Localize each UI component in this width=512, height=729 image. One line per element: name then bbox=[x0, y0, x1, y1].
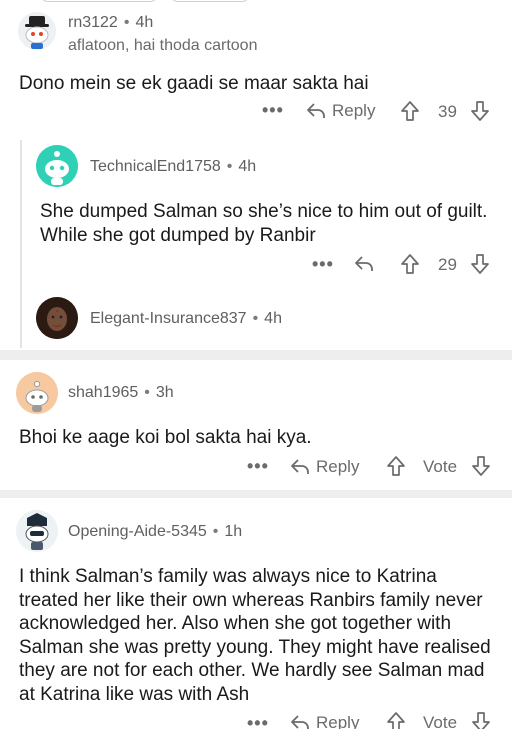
downvote-arrow-icon[interactable] bbox=[470, 253, 490, 275]
vote-count: 39 bbox=[438, 102, 457, 121]
username[interactable]: TechnicalEnd1758 bbox=[90, 158, 221, 175]
thread-separator bbox=[0, 490, 512, 498]
comment-age: 4h bbox=[135, 14, 154, 31]
more-options-icon[interactable]: ••• bbox=[247, 713, 269, 729]
more-options-icon[interactable]: ••• bbox=[312, 254, 334, 275]
comment-body: Bhoi ke aage koi bol sakta hai kya. bbox=[19, 427, 312, 448]
previous-item-edge bbox=[0, 0, 512, 6]
username[interactable]: Elegant-Insurance837 bbox=[90, 310, 247, 327]
vote-label: Vote bbox=[423, 713, 458, 729]
user-flair: aflatoon, hai thoda cartoon bbox=[68, 37, 258, 54]
comment-meta: Elegant-Insurance837 • 4h bbox=[90, 310, 282, 327]
avatar-elegant-insurance837[interactable] bbox=[36, 297, 78, 339]
comment-age: 4h bbox=[238, 158, 257, 175]
more-options-icon[interactable]: ••• bbox=[247, 456, 269, 477]
previous-action-pill bbox=[40, 0, 158, 2]
thread-separator bbox=[0, 350, 512, 360]
vote-count: 29 bbox=[438, 255, 457, 274]
reply-arrow-icon bbox=[291, 715, 309, 729]
snoo-avatar-icon bbox=[18, 12, 56, 50]
comment-meta: Opening-Aide-5345 • 1h bbox=[68, 523, 243, 540]
upvote-arrow-icon[interactable] bbox=[386, 455, 406, 477]
reply-label: Reply bbox=[332, 101, 376, 120]
more-options-icon[interactable]: ••• bbox=[262, 100, 284, 121]
snoo-avatar-icon bbox=[16, 510, 58, 552]
upvote-arrow-icon[interactable] bbox=[386, 711, 406, 729]
reply-button[interactable]: Reply bbox=[290, 457, 359, 477]
reply-button[interactable]: Reply bbox=[290, 713, 359, 729]
vote-label: Vote bbox=[423, 457, 458, 476]
avatar-shah1965[interactable] bbox=[16, 372, 58, 414]
comment-body: Dono mein se ek gaadi se maar sakta hai bbox=[19, 73, 369, 94]
user-photo-icon bbox=[36, 297, 78, 339]
downvote-arrow-icon[interactable] bbox=[470, 100, 490, 122]
reply-label: Reply bbox=[316, 457, 360, 476]
avatar-rn3122[interactable] bbox=[18, 12, 56, 50]
previous-action-pill bbox=[170, 0, 250, 2]
upvote-arrow-icon[interactable] bbox=[400, 100, 420, 122]
avatar-opening-aide-5345[interactable] bbox=[16, 510, 58, 552]
downvote-arrow-icon[interactable] bbox=[471, 455, 491, 477]
reply-arrow-icon[interactable] bbox=[354, 255, 374, 273]
snoo-avatar-icon bbox=[36, 145, 78, 187]
comment-body: She dumped Salman so she’s nice to him o… bbox=[40, 201, 488, 246]
comment-age: 1h bbox=[224, 523, 243, 540]
reply-arrow-icon bbox=[291, 459, 309, 474]
comment-age: 4h bbox=[264, 310, 282, 327]
comment-meta: rn3122 • 4h bbox=[68, 14, 154, 31]
username[interactable]: shah1965 bbox=[68, 384, 138, 401]
reply-button[interactable]: Reply bbox=[306, 101, 375, 121]
comment-body: I think Salman’s family was always nice … bbox=[19, 566, 491, 705]
downvote-arrow-icon[interactable] bbox=[471, 711, 491, 729]
username[interactable]: rn3122 bbox=[68, 14, 118, 31]
upvote-arrow-icon[interactable] bbox=[400, 253, 420, 275]
reply-arrow-icon bbox=[307, 103, 325, 118]
reply-label: Reply bbox=[316, 713, 360, 729]
comment-meta: shah1965 • 3h bbox=[68, 384, 174, 401]
comment-age: 3h bbox=[155, 384, 174, 401]
thread-line[interactable] bbox=[20, 140, 22, 348]
username[interactable]: Opening-Aide-5345 bbox=[68, 523, 207, 540]
snoo-avatar-icon bbox=[16, 372, 58, 414]
comment-meta: TechnicalEnd1758 • 4h bbox=[90, 158, 257, 175]
avatar-technicalend1758[interactable] bbox=[36, 145, 78, 187]
